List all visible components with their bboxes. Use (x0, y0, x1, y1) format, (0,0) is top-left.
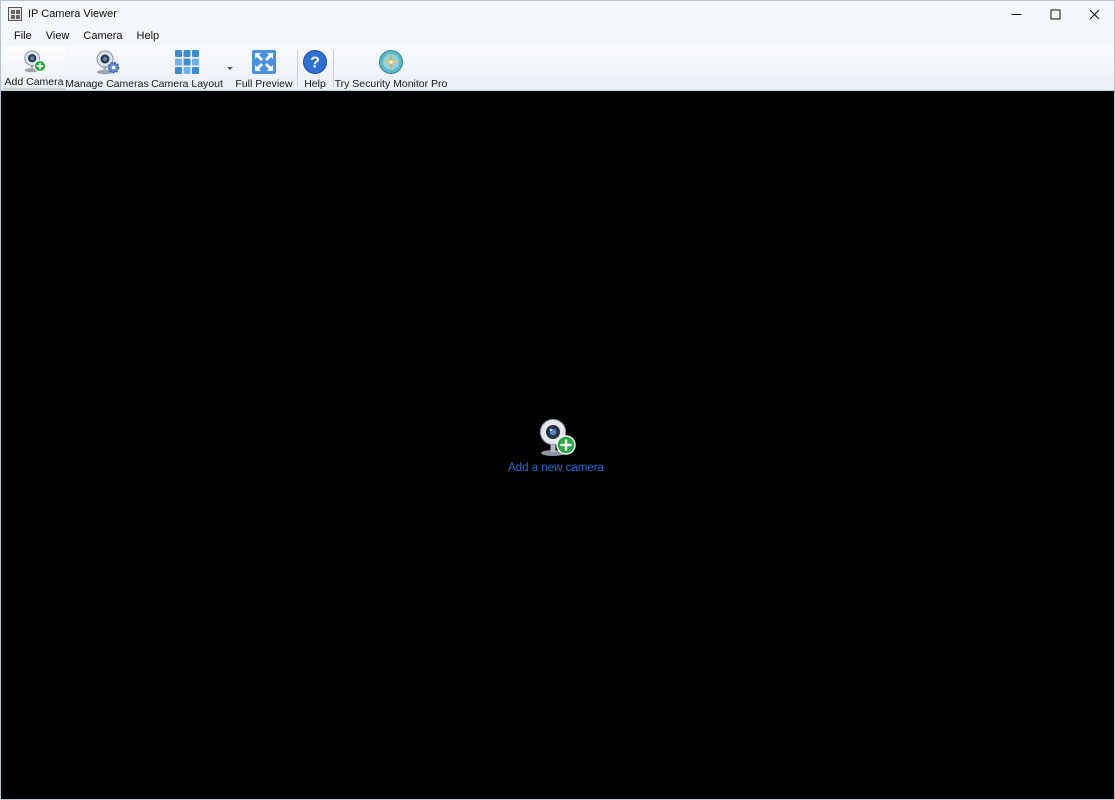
webcam-plus-icon (24, 50, 46, 73)
menu-help[interactable]: Help (130, 27, 167, 46)
app-icon (8, 7, 22, 21)
window-title: IP Camera Viewer (28, 8, 117, 20)
maximize-button[interactable] (1036, 1, 1075, 27)
toolbar-separator (297, 50, 298, 86)
manage-cameras-label: Manage Cameras (65, 78, 149, 90)
help-button[interactable]: ? Help (300, 46, 330, 90)
menu-file[interactable]: File (7, 27, 39, 46)
full-preview-label: Full Preview (235, 78, 293, 90)
webcam-plus-icon[interactable] (536, 417, 576, 457)
question-icon: ? (303, 50, 327, 74)
camera-layout-dropdown-arrow[interactable] (227, 67, 233, 70)
camera-layout-label: Camera Layout (151, 78, 223, 90)
add-camera-label: Add Camera (4, 76, 64, 88)
compass-icon (379, 50, 403, 74)
app-window: IP Camera Viewer File View Camera Help A… (0, 0, 1115, 800)
camera-viewport: Add a new camera (1, 91, 1114, 799)
window-controls (997, 1, 1114, 27)
grid-layout-icon (175, 50, 199, 74)
close-button[interactable] (1075, 1, 1114, 27)
svg-text:?: ? (310, 55, 320, 72)
close-icon (1089, 9, 1100, 19)
menu-camera[interactable]: Camera (76, 27, 129, 46)
minimize-button[interactable] (997, 1, 1036, 27)
manage-cameras-button[interactable]: Manage Cameras (65, 46, 149, 90)
webcam-gear-icon (96, 50, 120, 75)
add-new-camera-prompt[interactable]: Add a new camera (506, 417, 606, 477)
expand-arrows-icon (252, 50, 276, 74)
title-bar: IP Camera Viewer (1, 1, 1114, 27)
toolbar: Add Camera Manage Cameras Camera Layout … (1, 46, 1114, 91)
try-security-monitor-pro-label: Try Security Monitor Pro (334, 78, 448, 90)
maximize-icon (1050, 9, 1061, 19)
camera-layout-button[interactable]: Camera Layout (151, 46, 223, 90)
help-label: Help (304, 78, 326, 90)
menu-view[interactable]: View (39, 27, 77, 46)
full-preview-button[interactable]: Full Preview (235, 46, 293, 90)
add-camera-button[interactable]: Add Camera (3, 46, 65, 90)
add-new-camera-link[interactable]: Add a new camera (508, 462, 604, 474)
try-security-monitor-pro-button[interactable]: Try Security Monitor Pro (334, 46, 448, 90)
minimize-icon (1011, 13, 1022, 15)
menu-bar: File View Camera Help (1, 27, 1114, 46)
